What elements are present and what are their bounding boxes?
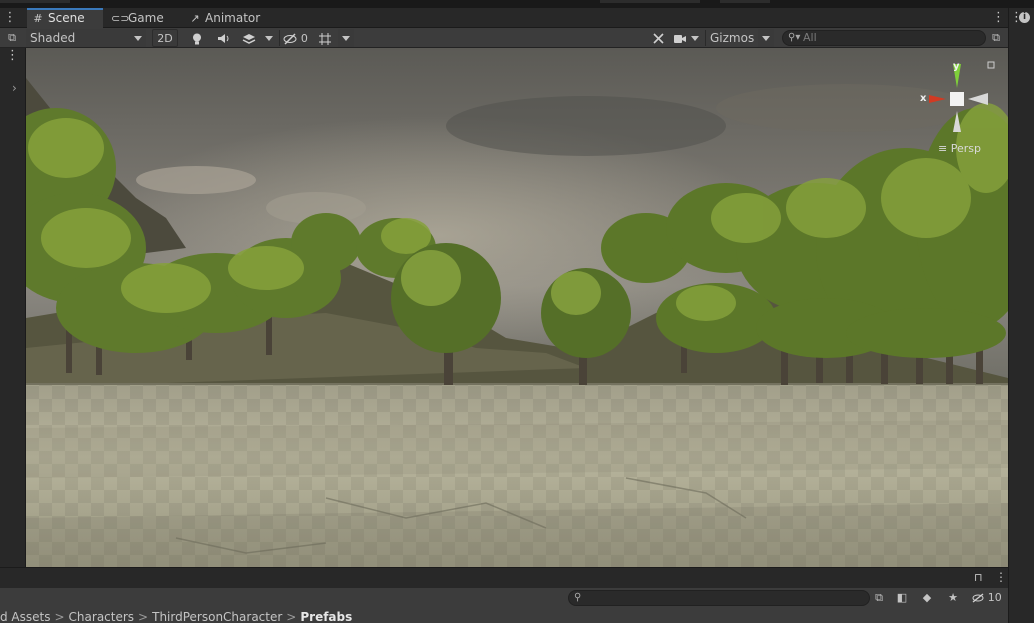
eye-slash-icon xyxy=(283,32,297,45)
kebab-menu-icon[interactable]: ⋮ xyxy=(995,570,1007,584)
divider xyxy=(705,30,706,46)
grid-toggle-icon[interactable] xyxy=(315,29,335,47)
gizmos-label: Gizmos xyxy=(710,31,755,45)
search-placeholder: All xyxy=(803,31,817,44)
chevron-down-icon xyxy=(690,36,699,41)
tab-label: Animator xyxy=(205,11,261,25)
gamepad-icon: ⊂⊃ xyxy=(111,12,130,25)
axis-x-label: x xyxy=(920,93,927,104)
toggle-2d-label: 2D xyxy=(157,32,173,45)
search-by-type-icon[interactable]: ⧉ xyxy=(988,29,1004,47)
info-icon[interactable]: i xyxy=(1019,12,1030,23)
kebab-menu-icon[interactable]: ⋮ xyxy=(3,10,17,26)
tab-animator[interactable]: ↗ Animator xyxy=(184,8,266,28)
tab-game[interactable]: ⊂⊃Game xyxy=(107,8,173,28)
chevron-right-icon: > xyxy=(138,610,149,623)
top-notch xyxy=(720,0,770,3)
audio-toggle-icon[interactable] xyxy=(212,29,234,47)
axis-y-label: y xyxy=(953,61,960,72)
search-icon: ⚲▾ xyxy=(788,32,801,43)
toggle-2d-button[interactable]: 2D xyxy=(152,29,178,47)
unity-editor: ⋮ # Scene ⊂⊃Game ↗ Animator ⋮ ⋮ i ⧉ Shaded… xyxy=(0,0,1034,623)
gizmos-dropdown[interactable] xyxy=(758,29,774,47)
camera-icon xyxy=(674,34,686,43)
filter-by-type-icon[interactable]: ◧ xyxy=(893,590,911,606)
scene-search-input[interactable]: ⚲▾ All xyxy=(782,30,986,46)
chevron-down-icon xyxy=(265,36,273,41)
inspector-strip: ⋮ i xyxy=(1008,8,1034,623)
tab-scene[interactable]: # Scene xyxy=(27,8,103,28)
top-notch xyxy=(600,0,700,3)
tools-icon[interactable] xyxy=(648,29,668,47)
tab-label: Scene xyxy=(48,11,85,25)
chevron-down-icon xyxy=(342,36,350,41)
eye-slash-icon xyxy=(972,593,984,603)
chevron-right-icon: > xyxy=(286,610,297,623)
scene-visibility-toggle[interactable]: 0 xyxy=(283,29,311,47)
scene-tab-bar: ⋮ # Scene ⊂⊃Game ↗ Animator ⋮ xyxy=(0,8,1008,28)
breadcrumb-item[interactable]: ThirdPersonCharacter xyxy=(152,608,282,623)
chevron-down-icon xyxy=(762,36,770,41)
breadcrumb-current[interactable]: Prefabs xyxy=(300,608,352,623)
scene-viewport[interactable]: y x ≡ Persp xyxy=(26,48,1008,567)
lock-icon[interactable]: ⊓ xyxy=(974,571,983,584)
gizmos-button[interactable]: Gizmos xyxy=(708,29,756,47)
divider xyxy=(279,30,280,46)
effects-dropdown[interactable] xyxy=(262,29,276,47)
hidden-packages-toggle[interactable]: 10 xyxy=(970,590,1004,606)
label-icon[interactable]: ◆ xyxy=(918,590,936,606)
chevron-right-icon[interactable]: › xyxy=(12,81,17,95)
overlay-gutter: ⋮ › xyxy=(0,48,26,567)
chevron-down-icon xyxy=(134,36,142,41)
breadcrumb-item[interactable]: Characters xyxy=(69,608,135,623)
top-strip xyxy=(0,0,1034,8)
scene-toolbar: ⧉ Shaded 2D 0 Gizmos ⚲▾ All ⧉ xyxy=(0,28,1008,48)
breadcrumb: d Assets > Characters > ThirdPersonCharacter… xyxy=(0,608,1008,623)
effects-toggle-icon[interactable] xyxy=(238,29,260,47)
projection-dash: ≡ xyxy=(938,142,951,155)
lighting-toggle-icon[interactable] xyxy=(186,29,208,47)
search-by-type-icon[interactable]: ⧉ xyxy=(870,590,888,606)
project-panel-header: ⊓ ⋮ xyxy=(0,567,1008,588)
kebab-menu-icon[interactable]: ⋮ xyxy=(992,10,1005,26)
chevron-right-icon: > xyxy=(54,610,65,623)
hidden-count: 0 xyxy=(300,32,308,45)
breadcrumb-item[interactable]: d Assets xyxy=(0,608,50,623)
projection-label[interactable]: ≡ Persp xyxy=(938,142,981,155)
shading-mode-dropdown[interactable]: Shaded xyxy=(26,29,146,47)
grid-dropdown[interactable] xyxy=(338,29,354,47)
project-search-input[interactable]: ⚲ xyxy=(568,590,870,606)
top-notch xyxy=(0,0,70,3)
hidden-packages-count: 10 xyxy=(987,591,1002,604)
animator-icon: ↗ xyxy=(190,12,200,25)
grid-icon: # xyxy=(33,12,43,25)
maximize-icon[interactable]: ⧉ xyxy=(4,29,20,47)
projection-text: Persp xyxy=(950,142,981,155)
scene-render xyxy=(26,48,1008,567)
camera-dropdown[interactable] xyxy=(674,29,704,47)
favorites-star-icon[interactable]: ★ xyxy=(944,590,962,606)
kebab-menu-icon[interactable]: ⋮ xyxy=(6,48,19,64)
project-toolbar: ⚲ ⧉ ◧ ◆ ★ 10 xyxy=(0,588,1008,608)
search-icon: ⚲ xyxy=(574,592,582,603)
tab-label: Game xyxy=(128,11,164,25)
shading-mode-label: Shaded xyxy=(30,31,76,45)
